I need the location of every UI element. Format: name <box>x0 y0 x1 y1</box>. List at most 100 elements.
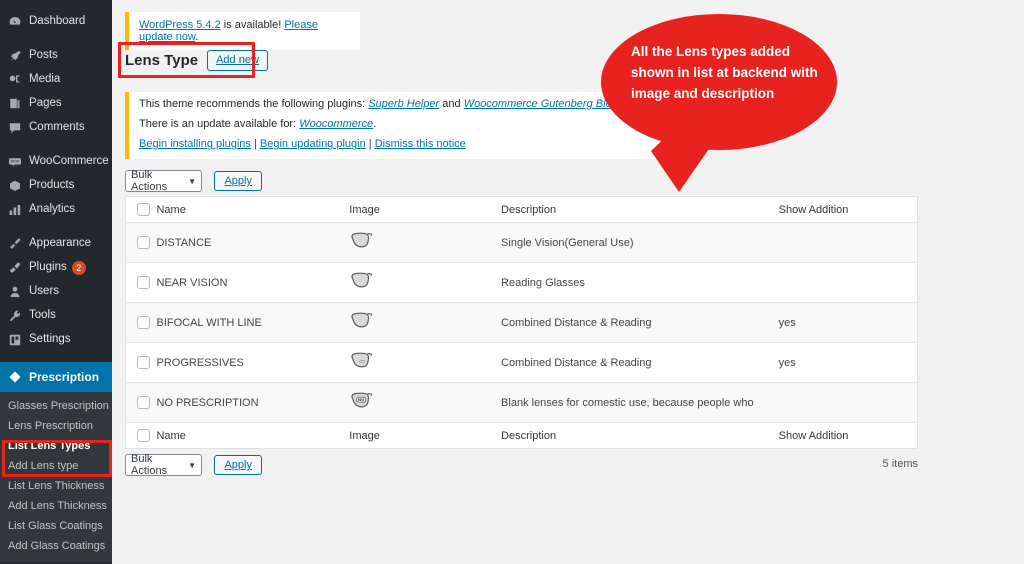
begin-updating-plugin-link[interactable]: Begin updating plugin <box>260 138 366 150</box>
row-name: PROGRESSIVES <box>155 342 349 383</box>
sidebar-item-appearance[interactable]: Appearance <box>0 232 112 256</box>
page-header: Lens Type Add new <box>125 50 268 72</box>
bulk-actions-label: Bulk Actions <box>131 169 168 193</box>
sidebar-item-settings[interactable]: Settings <box>0 328 112 352</box>
add-new-button[interactable]: Add new <box>207 50 268 72</box>
row-checkbox[interactable] <box>137 236 150 249</box>
apply-button-top[interactable]: Apply <box>214 171 262 191</box>
sidebar-subitem-add-glass-coatings[interactable]: Add Glass Coatings <box>0 536 112 556</box>
separator: | <box>365 138 375 151</box>
row-checkbox[interactable] <box>137 396 150 409</box>
sidebar-subitem-list-glass-coatings[interactable]: List Glass Coatings <box>0 516 112 536</box>
dashboard-icon <box>8 15 22 29</box>
sidebar-subitem-lens-prescription[interactable]: Lens Prescription <box>0 416 112 436</box>
sidebar-item-analytics[interactable]: Analytics <box>0 198 112 222</box>
column-footer-name[interactable]: Name <box>155 422 349 449</box>
sidebar-subitem-add-lens-thickness[interactable]: Add Lens Thickness <box>0 496 112 516</box>
column-header-name[interactable]: Name <box>155 196 349 223</box>
bulk-actions-select-top[interactable]: Bulk Actions ▼ <box>125 169 202 193</box>
row-checkbox[interactable] <box>137 356 150 369</box>
lens-icon <box>349 270 499 295</box>
select-all-header <box>125 196 156 223</box>
column-footer-image[interactable]: Image <box>348 422 501 449</box>
row-name: BIFOCAL WITH LINE <box>155 302 349 343</box>
callout-text: All the Lens types added shown in list a… <box>631 44 818 101</box>
wordpress-version-link[interactable]: WordPress 5.4.2 <box>139 19 221 31</box>
row-checkbox[interactable] <box>137 276 150 289</box>
woocommerce-link[interactable]: Woocommerce <box>299 118 373 130</box>
column-header-image[interactable]: Image <box>348 196 501 223</box>
row-show-addition: yes <box>777 302 918 343</box>
sidebar-subitem-add-lens-type[interactable]: Add Lens type <box>0 456 112 476</box>
row-select-cell <box>125 302 156 343</box>
apply-button-bottom[interactable]: Apply <box>214 455 262 475</box>
row-description: Blank lenses for comestic use, because p… <box>500 382 778 423</box>
prescription-icon <box>8 370 22 384</box>
sidebar-item-products[interactable]: Products <box>0 174 112 198</box>
separator: | <box>250 138 260 151</box>
notice-text: and <box>439 98 464 110</box>
sidebar-item-label: Pages <box>29 97 62 110</box>
table-row[interactable]: PROGRESSIVES Combined Distance & Reading… <box>125 342 918 383</box>
plugins-update-badge: 2 <box>71 261 86 275</box>
table-foot: Name Image Description Show Addition <box>125 422 918 449</box>
row-select-cell <box>125 342 156 383</box>
notice-text-trailing: . <box>195 31 199 43</box>
row-image <box>348 302 501 343</box>
row-description: Combined Distance & Reading <box>500 342 778 383</box>
wordpress-update-notice: WordPress 5.4.2 is available! Please upd… <box>125 12 360 50</box>
sidebar-item-label: Media <box>29 73 61 86</box>
sidebar-item-posts[interactable]: Posts <box>0 44 112 68</box>
bulk-actions-select-bottom[interactable]: Bulk Actions ▼ <box>125 453 202 477</box>
sidebar-item-media[interactable]: Media <box>0 68 112 92</box>
notice-line-recommend: This theme recommends the following plug… <box>139 98 660 111</box>
sidebar-subitem-list-lens-types[interactable]: List Lens Types <box>0 436 112 456</box>
table-row[interactable]: NO PRESCRIPTION NO Blank lenses for come… <box>125 382 918 423</box>
row-description: Combined Distance & Reading <box>500 302 778 343</box>
notice-line-actions: Begin installing plugins | Begin updatin… <box>139 138 660 151</box>
table-header-row: Name Image Description Show Addition <box>125 196 918 223</box>
row-image <box>348 262 501 303</box>
sidebar-item-tools[interactable]: Tools <box>0 304 112 328</box>
sidebar-item-label: Dashboard <box>29 15 86 28</box>
notice-text: is available! <box>220 19 285 31</box>
page-title: Lens Type <box>125 52 199 70</box>
select-all-checkbox-top[interactable] <box>137 203 150 216</box>
column-header-description[interactable]: Description <box>500 196 778 223</box>
sidebar-subitem-glasses-prescription[interactable]: Glasses Prescription <box>0 396 112 416</box>
select-all-checkbox-bottom[interactable] <box>137 429 150 442</box>
table-row[interactable]: DISTANCE Single Vision(General Use) <box>125 222 918 263</box>
table-row[interactable]: NEAR VISION Reading Glasses <box>125 262 918 303</box>
sidebar-menu-list: Dashboard Posts Media Pages Comments WOO… <box>0 0 120 562</box>
begin-installing-plugins-link[interactable]: Begin installing plugins <box>139 138 251 150</box>
row-show-addition: yes <box>777 342 918 383</box>
tablenav-bottom: Bulk Actions ▼ Apply 5 items <box>125 453 918 478</box>
notice-line-update: There is an update available for: Woocom… <box>139 118 660 131</box>
sidebar-item-pages[interactable]: Pages <box>0 92 112 116</box>
sidebar-item-label: Appearance <box>29 237 92 250</box>
table-row[interactable]: BIFOCAL WITH LINE Combined Distance & Re… <box>125 302 918 343</box>
woocommerce-icon: WOO <box>8 155 22 169</box>
row-checkbox[interactable] <box>137 316 150 329</box>
sidebar-item-label: WooCommerce <box>29 155 109 168</box>
sidebar-item-users[interactable]: Users <box>0 280 112 304</box>
column-header-show-addition[interactable]: Show Addition <box>777 196 918 223</box>
table-head: Name Image Description Show Addition <box>125 196 918 223</box>
users-icon <box>8 285 22 299</box>
sidebar-item-woocommerce[interactable]: WOO WooCommerce <box>0 150 112 174</box>
row-show-addition <box>777 382 918 423</box>
chevron-down-icon: ▼ <box>188 460 196 470</box>
sidebar-item-comments[interactable]: Comments <box>0 116 112 140</box>
superb-helper-link[interactable]: Superb Helper <box>368 98 439 110</box>
column-footer-description[interactable]: Description <box>500 422 778 449</box>
row-description: Single Vision(General Use) <box>500 222 778 263</box>
column-footer-show-addition[interactable]: Show Addition <box>777 422 918 449</box>
dismiss-this-notice-link[interactable]: Dismiss this notice <box>375 138 466 150</box>
sidebar-subitem-list-lens-thickness[interactable]: List Lens Thickness <box>0 476 112 496</box>
admin-sidebar: Dashboard Posts Media Pages Comments WOO… <box>0 0 120 564</box>
sidebar-item-plugins[interactable]: Plugins 2 <box>0 256 112 280</box>
sidebar-item-dashboard[interactable]: Dashboard <box>0 10 112 34</box>
sidebar-item-label: Settings <box>29 333 71 346</box>
sidebar-item-prescription[interactable]: Prescription <box>0 362 120 392</box>
